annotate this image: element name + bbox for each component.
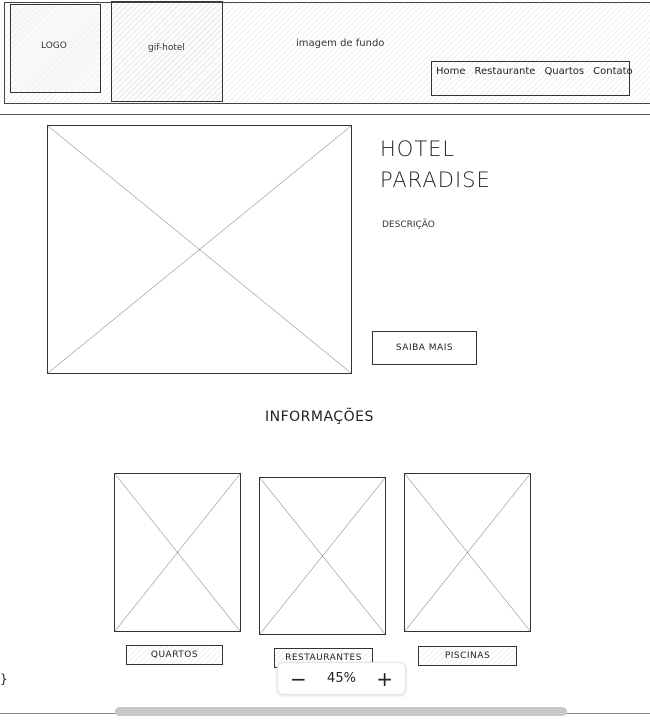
zoom-out-button[interactable]: −: [290, 669, 307, 689]
nav-item-home[interactable]: Home: [436, 66, 466, 95]
image-placeholder-icon: [260, 478, 385, 634]
logo-placeholder: LOGO: [10, 4, 101, 93]
hero-image-placeholder: [47, 125, 352, 374]
card-image-restaurantes: [259, 477, 386, 635]
zoom-control: − 45% +: [277, 662, 406, 695]
gif-hotel-placeholder: gif-hotel: [111, 1, 223, 102]
hero-title-line1: HOTEL: [380, 137, 456, 161]
hero-description: DESCRIÇÃO: [382, 220, 435, 230]
zoom-level: 45%: [327, 671, 356, 686]
hero-title-line2: PARADISE: [380, 168, 491, 192]
image-placeholder-icon: [115, 474, 240, 631]
nav-item-contato[interactable]: Contato: [593, 66, 633, 95]
zoom-in-button[interactable]: +: [376, 669, 393, 689]
edge-brace-glyph: }: [0, 672, 8, 686]
saiba-mais-button[interactable]: SAIBA MAIS: [372, 331, 477, 365]
quartos-button[interactable]: QUARTOS: [126, 645, 223, 665]
card-image-quartos: [114, 473, 241, 632]
nav-item-restaurante[interactable]: Restaurante: [475, 66, 536, 95]
nav-menu: Home Restaurante Quartos Contato: [431, 61, 633, 96]
logo-label: LOGO: [41, 41, 67, 51]
nav-item-quartos[interactable]: Quartos: [544, 66, 584, 95]
background-image-label: imagem de fundo: [296, 38, 385, 49]
header-divider: [0, 114, 650, 115]
info-section-title: INFORMAÇÕES: [265, 409, 374, 425]
card-image-piscinas: [404, 473, 531, 632]
piscinas-button[interactable]: PISCINAS: [418, 646, 517, 666]
image-placeholder-icon: [405, 474, 530, 631]
gif-hotel-label: gif-hotel: [148, 43, 185, 53]
horizontal-scrollbar-thumb[interactable]: [115, 707, 567, 716]
image-placeholder-icon: [48, 126, 351, 373]
